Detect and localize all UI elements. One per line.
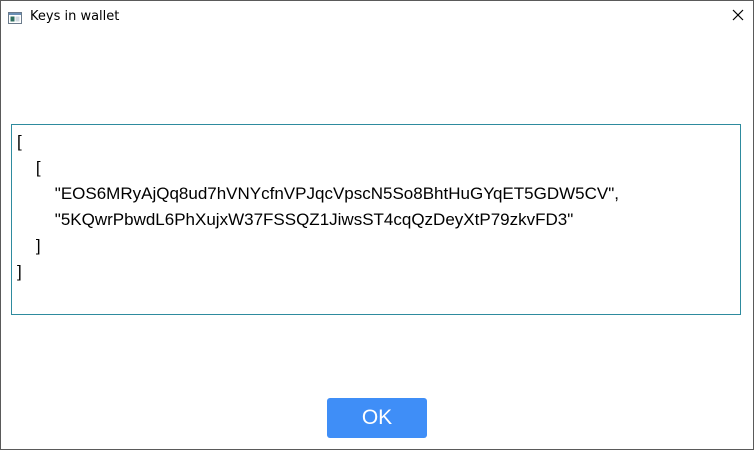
keys-textarea[interactable]: [ [ "EOS6MRyAjQq8ud7hVNYcfnVPJqcVpscN5So… (11, 124, 741, 315)
window-title: Keys in wallet (30, 9, 120, 24)
keys-text-line: [ (17, 158, 41, 177)
close-button[interactable] (723, 1, 753, 33)
keys-text-line: ] (17, 236, 41, 255)
keys-text-line: "EOS6MRyAjQq8ud7hVNYcfnVPJqcVpscN5So8Bht… (17, 184, 619, 203)
ok-button[interactable]: OK (327, 398, 427, 438)
keys-dialog-window: Keys in wallet [ [ "EOS6MRyAjQq8ud7hVNYc… (0, 0, 754, 450)
keys-text-line: [ (17, 132, 22, 151)
title-bar[interactable]: Keys in wallet (1, 1, 753, 33)
window-app-icon (8, 11, 22, 24)
close-icon (732, 8, 744, 26)
keys-text-line: ] (17, 262, 22, 281)
keys-text-line: "5KQwrPbwdL6PhXujxW37FSSQZ1JiwsST4cqQzDe… (17, 210, 574, 229)
